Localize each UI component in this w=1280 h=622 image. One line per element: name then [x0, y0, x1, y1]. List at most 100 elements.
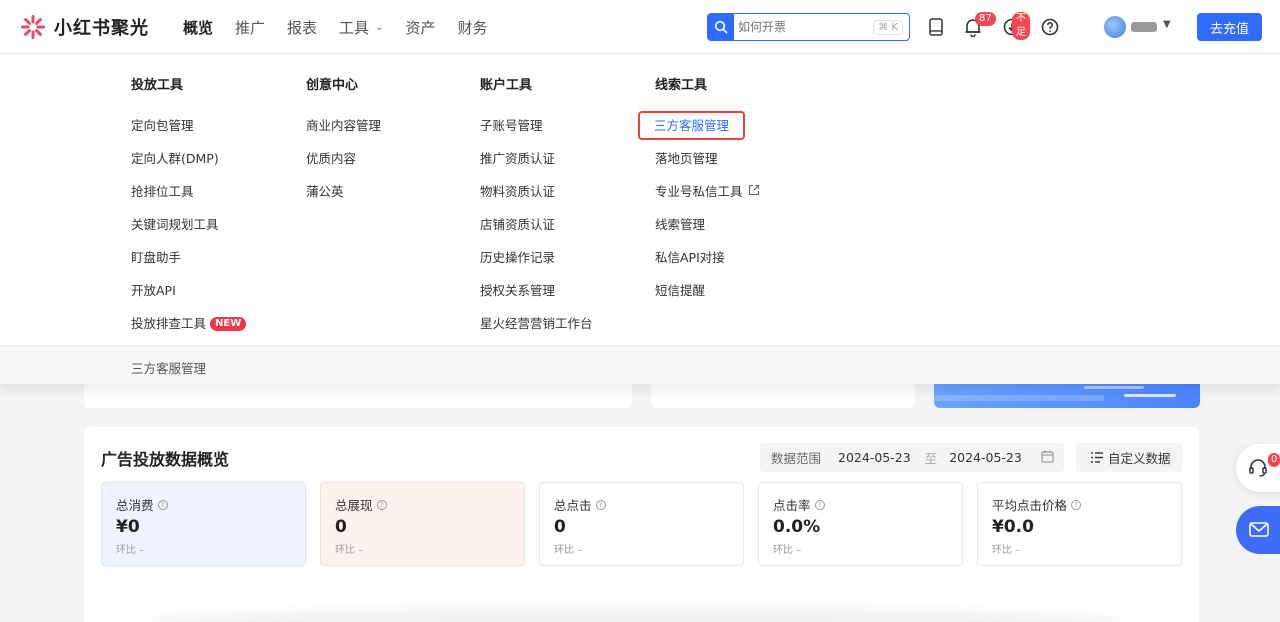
metric-value: 0 — [335, 517, 347, 537]
nav-finance[interactable]: 财务 — [457, 17, 487, 38]
custom-data-label: 自定义数据 — [1108, 451, 1171, 466]
menu-column-account-tools: 账户工具 子账号管理 推广资质认证 物料资质认证 店铺资质认证 历史操作记录 授… — [480, 74, 593, 340]
help-icon[interactable]: ? — [814, 499, 825, 510]
menu-item-material-qualification[interactable]: 物料资质认证 — [480, 175, 593, 208]
support-badge: 0 — [1268, 453, 1280, 467]
help-icon[interactable]: ? — [595, 499, 606, 510]
recent-menu-item[interactable]: 三方客服管理 — [131, 358, 206, 377]
metric-value: ¥0 — [116, 517, 140, 537]
nav-tools[interactable]: 工具 ⌄ — [339, 17, 383, 38]
balance-badge: 不足 — [1012, 12, 1030, 40]
message-button[interactable] — [1236, 506, 1280, 554]
menu-item-landing-pages[interactable]: 落地页管理 — [655, 142, 760, 175]
nav-label: 报表 — [287, 18, 318, 37]
nav-label: 推广 — [235, 18, 266, 37]
menu-item-pro-dm-tool[interactable]: 专业号私信工具 — [655, 175, 760, 208]
nav-label: 概览 — [183, 18, 214, 37]
tools-dropdown-menu: 投放工具 定向包管理 定向人群(DMP) 抢排位工具 关键词规划工具 盯盘助手 … — [0, 54, 1280, 384]
metric-label: 总点击 — [554, 498, 592, 513]
search-input[interactable] — [738, 20, 868, 34]
metric-card-spend[interactable]: 总消费? ¥0 环比 – — [101, 482, 306, 566]
metric-label-wrap: 总消费? — [116, 495, 168, 514]
menu-column-creative: 创意中心 商业内容管理 优质内容 蒲公英 — [306, 74, 381, 208]
download-icon[interactable]: 不足 — [1000, 12, 1030, 40]
menu-column-ad-tools: 投放工具 定向包管理 定向人群(DMP) 抢排位工具 关键词规划工具 盯盘助手 … — [131, 74, 247, 340]
menu-column-title: 投放工具 — [131, 78, 184, 93]
external-link-icon — [748, 175, 760, 208]
global-search[interactable]: ⌘ K — [707, 13, 910, 41]
menu-item-pugongying[interactable]: 蒲公英 — [306, 175, 381, 208]
nav-overview[interactable]: 概览 — [183, 17, 213, 38]
menu-item-lead-management[interactable]: 线索管理 — [655, 208, 760, 241]
menu-item-targeting-package[interactable]: 定向包管理 — [131, 109, 246, 142]
metric-label-wrap: 总点击? — [554, 495, 606, 514]
caret-down-icon[interactable]: ▼ — [1163, 19, 1171, 30]
menu-item-dmp-audience[interactable]: 定向人群(DMP) — [131, 142, 246, 175]
menu-item-monitor-assistant[interactable]: 盯盘助手 — [131, 241, 246, 274]
menu-item-promo-qualification[interactable]: 推广资质认证 — [480, 142, 593, 175]
menu-item-sub-accounts[interactable]: 子账号管理 — [480, 109, 593, 142]
menu-item-ranking-tool[interactable]: 抢排位工具 — [131, 175, 246, 208]
menu-item-label: 投放排查工具 — [131, 316, 207, 331]
overview-title: 广告投放数据概览 — [101, 450, 230, 469]
top-bar: 小红书聚光 概览 推广 报表 工具 ⌄ 资产 财务 ⌘ K 87 不足 ▼ 去充值 — [0, 0, 1280, 54]
metric-label: 点击率 — [773, 498, 811, 513]
nav-label: 资产 — [405, 18, 436, 37]
help-icon[interactable]: ? — [157, 499, 168, 510]
nav-promotion[interactable]: 推广 — [235, 17, 265, 38]
help-icon[interactable]: ? — [376, 499, 387, 510]
menu-item-commercial-content[interactable]: 商业内容管理 — [306, 109, 381, 142]
menu-item-quality-content[interactable]: 优质内容 — [306, 142, 381, 175]
bell-icon[interactable]: 87 — [961, 12, 996, 39]
help-icon[interactable]: ? — [1071, 499, 1082, 510]
metric-card-clicks[interactable]: 总点击? 0 环比 – — [539, 482, 744, 566]
metric-card-ctr[interactable]: 点击率? 0.0% 环比 – — [758, 482, 963, 566]
metric-card-impressions[interactable]: 总展现? 0 环比 – — [320, 482, 525, 566]
metric-card-avg-cpc[interactable]: 平均点击价格? ¥0.0 环比 – — [977, 482, 1182, 566]
menu-item-authorization[interactable]: 授权关系管理 — [480, 274, 593, 307]
menu-column-lead-tools: 线索工具 三方客服管理 落地页管理 专业号私信工具 线索管理 私信API对接 短… — [638, 74, 760, 307]
metric-compare: 环比 – — [335, 545, 364, 556]
menu-item-keyword-planner[interactable]: 关键词规划工具 — [131, 208, 246, 241]
calendar-icon[interactable] — [1041, 450, 1054, 466]
metric-compare: 环比 – — [116, 545, 145, 556]
menu-item-open-api[interactable]: 开放API — [131, 274, 246, 307]
menu-item-operation-history[interactable]: 历史操作记录 — [480, 241, 593, 274]
menu-item-third-party-cs[interactable]: 三方客服管理 — [638, 111, 746, 140]
metric-label: 总消费 — [116, 498, 154, 513]
custom-data-button[interactable]: 自定义数据 — [1076, 443, 1182, 472]
notification-badge: 87 — [975, 12, 996, 26]
nav-label: 工具 — [339, 18, 370, 37]
brand-logo[interactable]: 小红书聚光 — [20, 14, 149, 40]
menu-column-title: 账户工具 — [480, 78, 533, 93]
search-icon[interactable] — [708, 14, 734, 40]
menu-item-dm-api[interactable]: 私信API对接 — [655, 241, 760, 274]
date-end[interactable]: 2024-05-23 — [949, 450, 1022, 465]
avatar[interactable] — [1104, 16, 1126, 38]
metric-label: 总展现 — [335, 498, 373, 513]
menu-column-title: 线索工具 — [655, 78, 708, 93]
menu-item-row: 三方客服管理 — [638, 109, 760, 142]
customer-support-button[interactable]: 0 — [1236, 444, 1280, 492]
nav-reports[interactable]: 报表 — [287, 17, 317, 38]
metric-label-wrap: 点击率? — [773, 495, 825, 514]
date-start[interactable]: 2024-05-23 — [838, 450, 911, 465]
chevron-down-icon: ⌄ — [375, 21, 384, 33]
tablet-icon[interactable] — [924, 15, 948, 39]
menu-column-title: 创意中心 — [306, 78, 359, 93]
recharge-button[interactable]: 去充值 — [1197, 13, 1262, 41]
help-icon[interactable] — [1038, 15, 1062, 39]
new-badge: NEW — [210, 316, 247, 331]
metric-value: 0.0% — [773, 517, 821, 537]
date-separator: 至 — [924, 451, 938, 466]
metric-value: 0 — [554, 517, 566, 537]
menu-item-sms-reminder[interactable]: 短信提醒 — [655, 274, 760, 307]
menu-item-troubleshoot-tool[interactable]: 投放排查工具 NEW — [131, 307, 247, 340]
ad-overview-panel: 广告投放数据概览 数据范围 2024-05-23 至 2024-05-23 自定… — [84, 427, 1199, 622]
account-name-redacted[interactable] — [1131, 22, 1157, 32]
menu-item-xinghuo-workbench[interactable]: 星火经营营销工作台 — [480, 307, 593, 340]
date-range-picker[interactable]: 数据范围 2024-05-23 至 2024-05-23 — [760, 443, 1064, 472]
menu-item-label: 专业号私信工具 — [655, 184, 743, 199]
menu-item-store-qualification[interactable]: 店铺资质认证 — [480, 208, 593, 241]
nav-assets[interactable]: 资产 — [405, 17, 435, 38]
